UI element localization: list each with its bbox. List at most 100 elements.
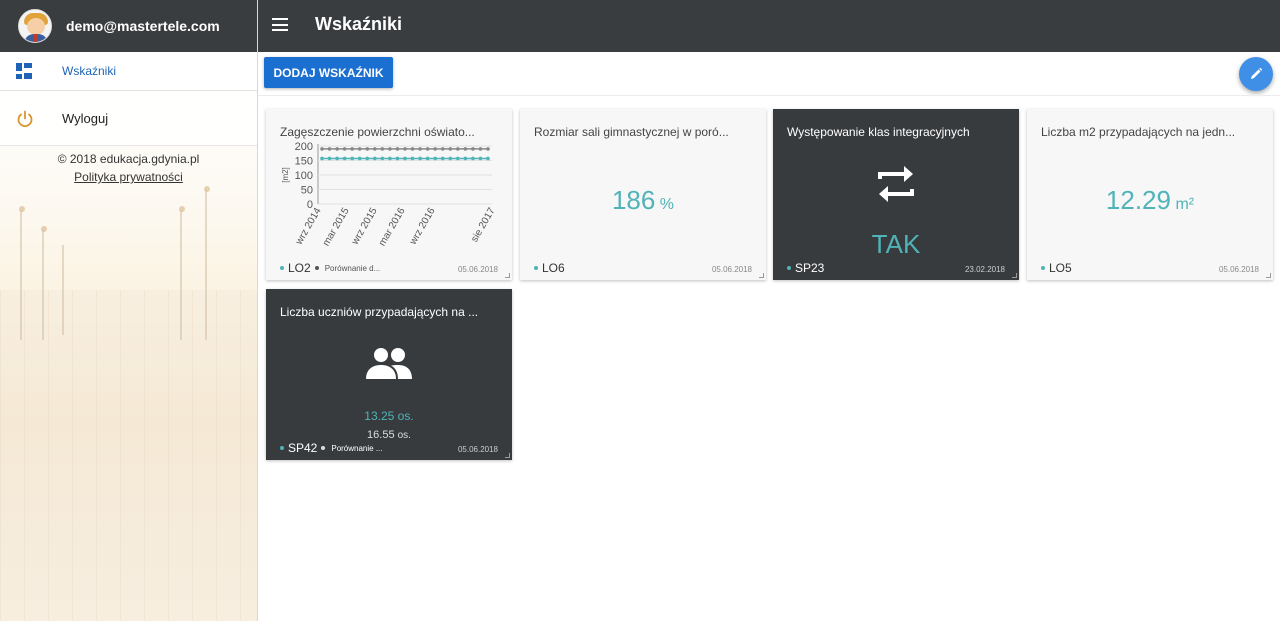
data-point [471,147,475,151]
data-point [373,156,377,161]
data-point [342,147,347,151]
sidebar-item-label: Wyloguj [62,111,109,126]
school-dot-icon [280,266,284,270]
card-title: Rozmiar sali gimnastycznej w poró... [534,125,729,139]
edit-fab-button[interactable] [1239,57,1273,91]
data-point [410,147,415,151]
card-compare: Porównanie d... [324,263,381,273]
resize-handle-icon[interactable] [505,273,510,278]
card-unit: os. [397,409,414,423]
school-dot-icon [280,446,284,450]
resize-handle-icon[interactable] [505,453,510,458]
resize-handle-icon[interactable] [1266,273,1271,278]
resize-handle-icon[interactable] [1012,273,1017,278]
y-tick-label: 200 [295,141,313,153]
card-footer: LO6 [534,261,565,275]
add-indicator-button[interactable]: DODAJ WSKAŹNIK [264,57,393,88]
data-point [335,156,339,161]
indicator-card[interactable]: Liczba m2 przypadających na jedn... 12.2… [1027,109,1273,280]
line-chart: 200150100500[m2]wrz 2014mar 2015wrz 2015… [281,141,498,247]
card-compare-value: 16.55 [367,429,395,441]
app-root: demo@mastertele.com Wskaźniki Wyloguj © … [0,0,1280,621]
card-school: LO6 [542,261,565,275]
indicator-card[interactable]: Liczba uczniów przypadających na ... 13.… [266,289,512,460]
data-point [463,147,468,151]
data-point [327,147,332,151]
data-point [342,156,347,161]
x-tick-label: mar 2016 [377,206,408,247]
card-compare: Porównanie ... [331,443,383,453]
data-point [478,147,483,151]
avatar[interactable] [18,9,52,43]
data-point [373,147,377,151]
hamburger-menu-icon[interactable] [272,18,288,31]
sidebar-footer: © 2018 edukacja.gdynia.pl Polityka prywa… [0,150,257,186]
y-tick-label: 100 [295,170,313,182]
copyright-text: © 2018 edukacja.gdynia.pl [57,152,200,166]
y-tick-label: 150 [295,156,313,168]
sidebar-item-wyloguj[interactable]: Wyloguj [0,92,257,146]
toolbar-divider [258,95,1280,96]
dashboard-icon [16,63,32,79]
card-footer: LO5 [1041,261,1072,275]
pencil-icon [1251,67,1263,79]
indicator-card[interactable]: Zagęszczenie powierzchni oświato... 200 1… [266,109,512,280]
x-tick-label: sie 2017 [469,206,498,245]
page-title: Wskaźniki [315,14,403,34]
card-title: Liczba uczniów przypadających na ... [280,305,479,319]
sidebar-item-wskazniki[interactable]: Wskaźniki [0,52,257,91]
data-point [403,156,407,161]
data-point [335,147,339,151]
data-point [320,156,324,161]
card-school: SP23 [795,261,825,275]
card-value: 186 [611,185,656,215]
power-icon [17,110,33,127]
data-point [357,147,362,151]
data-point [327,156,332,161]
data-point [418,147,422,151]
indicator-card[interactable]: Rozmiar sali gimnastycznej w poró... 186… [520,109,766,280]
pier-background-image [0,186,257,621]
card-value: 13.25 [364,409,395,423]
data-point [433,156,437,161]
privacy-policy-link[interactable]: Polityka prywatności [74,170,183,184]
data-point [357,156,362,161]
card-date: 05.06.2018 [711,265,752,274]
card-title: Liczba m2 przypadających na jedn... [1041,125,1236,139]
y-axis-label: [m2] [281,167,290,183]
data-point [440,156,445,161]
data-point [440,147,445,151]
swap-arrows-icon [878,166,914,202]
card-unit: % [659,196,675,213]
data-point [350,156,354,161]
school-dot-icon [1041,266,1045,270]
compare-dot-icon [314,266,319,270]
card-footer: SP42 Porównanie ... [280,441,383,455]
card-compare-unit: os. [397,430,411,441]
resize-handle-icon[interactable] [759,273,764,278]
card-value: TAK [871,229,921,259]
data-point [365,156,370,161]
data-point [395,147,400,151]
card-unit: m² [1175,196,1195,213]
data-point [410,156,415,161]
data-point [380,147,385,151]
data-point [380,156,385,161]
indicator-card[interactable]: Występowanie klas integracyjnych TAK SP2… [773,109,1019,280]
data-point [433,147,437,151]
compare-dot-icon [321,446,326,450]
card-value-row: 186 % [520,185,766,216]
data-point [425,156,430,161]
top-bar: Wskaźniki [258,0,1280,52]
data-point [388,147,392,151]
sidebar: demo@mastertele.com Wskaźniki Wyloguj © … [0,0,258,621]
school-dot-icon [534,266,538,270]
sidebar-item-label: Wskaźniki [62,64,117,78]
data-point [448,156,453,161]
data-point [486,156,490,161]
data-point [350,147,354,151]
people-icon [366,348,412,379]
user-header: demo@mastertele.com [0,0,257,52]
x-tick-label: wrz 2014 [293,206,324,247]
card-footer: SP23 [787,261,824,275]
